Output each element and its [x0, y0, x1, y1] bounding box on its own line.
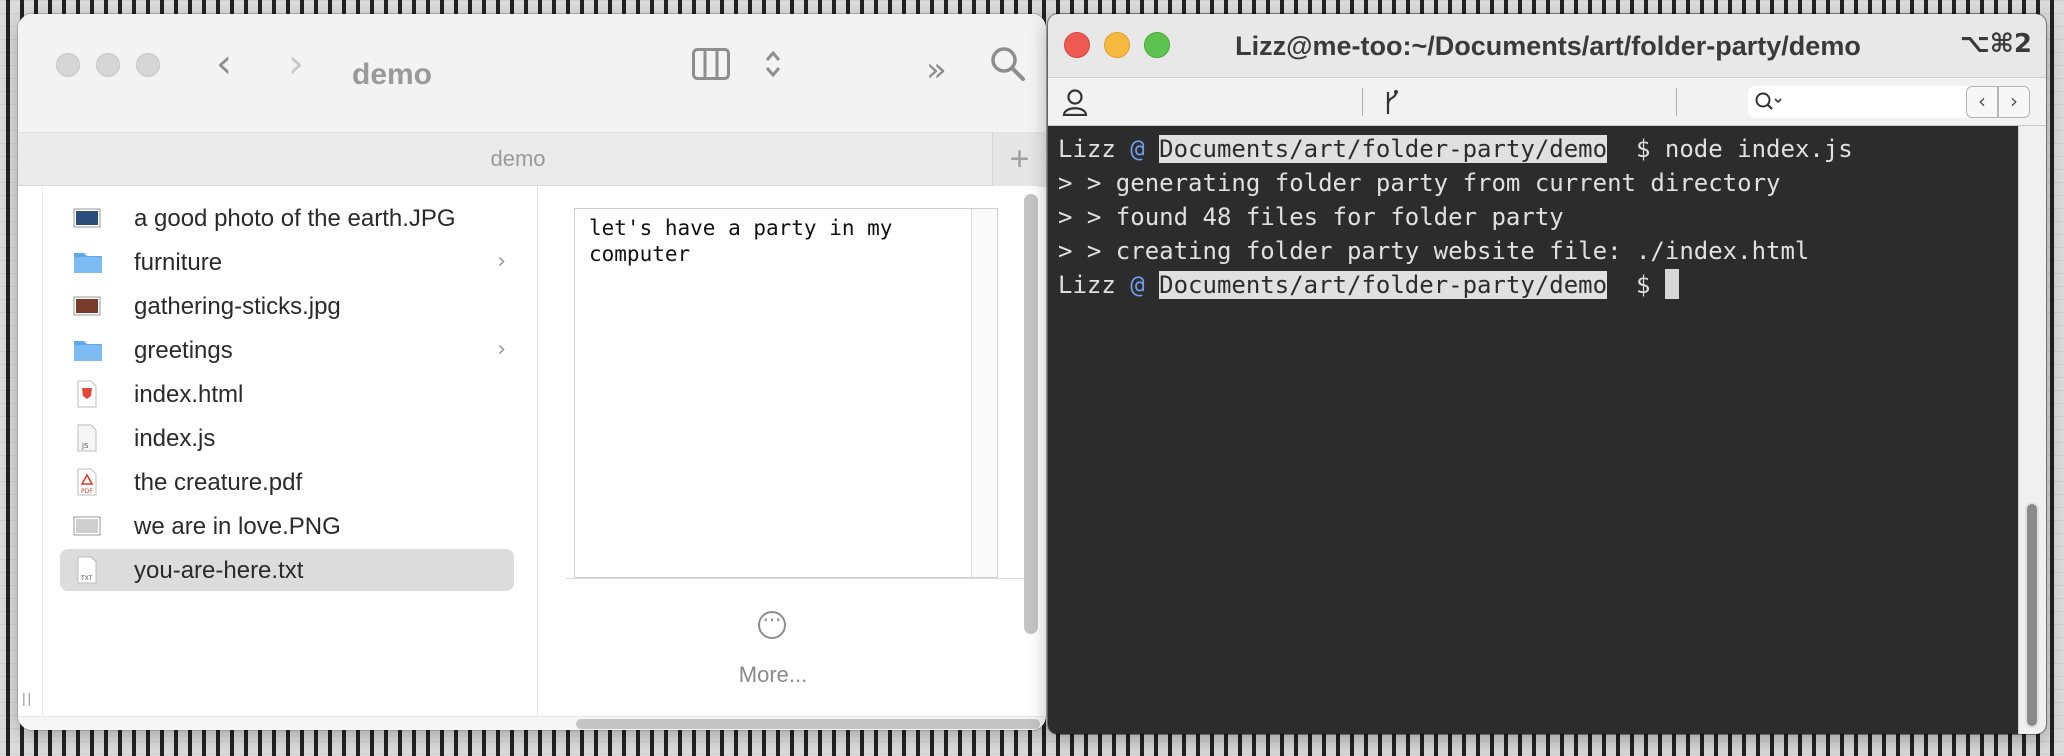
window-title: demo	[352, 58, 433, 91]
user-icon[interactable]	[1062, 88, 1088, 116]
terminal-toolbar: ‹ ›	[1048, 78, 2046, 126]
file-name: a good photo of the earth.JPG	[134, 205, 456, 232]
file-row[interactable]: TXT you-are-here.txt	[60, 549, 514, 591]
preview-text: let's have a party in my computer	[589, 216, 906, 266]
file-row[interactable]: greetings ›	[60, 329, 514, 371]
file-list-column: a good photo of the earth.JPG furniture › g…	[18, 186, 548, 716]
svg-text:JS: JS	[81, 442, 89, 450]
tab-demo[interactable]: demo	[18, 146, 1018, 172]
add-tab-button[interactable]: +	[992, 133, 1046, 187]
window-shortcut: ⌥⌘2	[1959, 29, 2032, 59]
image-thumbnail-icon	[73, 292, 101, 320]
file-name: you-are-here.txt	[134, 557, 304, 584]
horizontal-scrollbar[interactable]	[576, 719, 1040, 729]
js-document-icon: JS	[73, 424, 101, 452]
file-row[interactable]: we are in love.PNG	[60, 505, 514, 547]
output-line: > > found 48 files for folder party	[1058, 203, 1564, 231]
file-name: gathering-sticks.jpg	[134, 293, 341, 320]
divider	[566, 578, 1026, 579]
file-name: greetings	[134, 337, 233, 364]
html-document-icon	[73, 380, 101, 408]
view-options-chevron-icon[interactable]	[764, 48, 782, 80]
chevron-right-icon: ›	[497, 337, 506, 362]
terminal-titlebar: Lizz@me-too:~/Documents/art/folder-party…	[1048, 14, 2046, 78]
prompt-at-sign: @	[1130, 271, 1145, 299]
txt-document-icon: TXT	[73, 556, 101, 584]
file-row[interactable]: index.html	[60, 373, 514, 415]
file-row[interactable]: gathering-sticks.jpg	[60, 285, 514, 327]
prompt-symbol: $	[1636, 135, 1651, 163]
find-previous-button[interactable]: ‹	[1966, 86, 1998, 118]
preview-scrollbar[interactable]	[971, 209, 997, 577]
horizontal-scrollbar-track	[18, 716, 1046, 730]
search-icon	[1755, 92, 1782, 110]
file-row[interactable]: JS index.js	[60, 417, 514, 459]
terminal-scroll-thumb[interactable]	[2025, 502, 2039, 728]
prompt-user: Lizz	[1058, 135, 1116, 163]
svg-text:TXT: TXT	[80, 575, 93, 582]
ellipsis-circle-icon[interactable]: ···	[758, 610, 786, 639]
back-chevron-icon[interactable]: ‹	[216, 44, 232, 84]
more-button[interactable]: More...	[538, 662, 1008, 688]
text-cursor	[1664, 269, 1679, 299]
file-row[interactable]: PDF the creature.pdf	[60, 461, 514, 503]
prompt-path: Documents/art/folder-party/demo	[1159, 135, 1608, 163]
terminal-window: Lizz@me-too:~/Documents/art/folder-party…	[1048, 14, 2046, 734]
svg-text:PDF: PDF	[81, 488, 93, 495]
file-name: furniture	[134, 249, 223, 276]
chevron-right-icon: ›	[497, 249, 506, 274]
terminal-scrollbar[interactable]	[2018, 126, 2046, 734]
image-thumbnail-icon	[73, 512, 101, 540]
find-next-button[interactable]: ›	[1998, 86, 2030, 118]
minimize-button[interactable]	[96, 53, 120, 77]
prompt-path: Documents/art/folder-party/demo	[1159, 271, 1608, 299]
output-line: > > generating folder party from current…	[1058, 169, 1781, 197]
git-branch-icon[interactable]	[1382, 88, 1402, 116]
prompt-line: Lizz @ Documents/art/folder-party/demo $	[1058, 268, 2008, 302]
folder-icon	[73, 336, 102, 364]
finder-toolbar: ‹ › demo »	[18, 14, 1046, 132]
preview-column: let's have a party in my computer ··· Mo…	[538, 186, 1038, 716]
search-icon[interactable]	[990, 46, 1026, 82]
file-name: the creature.pdf	[134, 469, 303, 496]
output-line: > > creating folder party website file: …	[1058, 237, 1810, 265]
tab-bar: demo +	[18, 132, 1046, 187]
file-name: index.html	[134, 381, 244, 408]
close-button[interactable]	[56, 53, 80, 77]
column-view-icon[interactable]	[692, 48, 730, 80]
text-preview: let's have a party in my computer	[574, 208, 998, 578]
terminal-output[interactable]: Lizz @ Documents/art/folder-party/demo $…	[1048, 126, 2018, 734]
file-name: we are in love.PNG	[134, 513, 341, 540]
vertical-scrollbar[interactable]	[1024, 194, 1038, 634]
divider	[1362, 88, 1363, 116]
finder-window: ‹ › demo » demo + a good photo of the ea…	[18, 14, 1046, 730]
file-name: index.js	[134, 425, 216, 452]
image-thumbnail-icon	[73, 204, 101, 232]
column-resize-handle[interactable]: | |	[22, 690, 31, 706]
prompt-symbol: $	[1636, 271, 1651, 299]
pdf-document-icon: PDF	[73, 468, 101, 496]
command-text: node index.js	[1664, 135, 1853, 163]
terminal-title: Lizz@me-too:~/Documents/art/folder-party…	[1235, 31, 1861, 61]
column-divider	[42, 186, 43, 716]
divider	[1676, 88, 1677, 116]
terminal-search-input[interactable]	[1748, 86, 1988, 118]
prompt-line: Lizz @ Documents/art/folder-party/demo $…	[1058, 132, 2008, 166]
forward-chevron-icon[interactable]: ›	[288, 44, 304, 84]
zoom-button[interactable]	[136, 53, 160, 77]
prompt-user: Lizz	[1058, 271, 1116, 299]
more-toolbar-items-icon[interactable]: »	[926, 50, 947, 90]
file-row[interactable]: furniture ›	[60, 241, 514, 283]
prompt-at-sign: @	[1130, 135, 1145, 163]
file-row[interactable]: a good photo of the earth.JPG	[60, 197, 514, 239]
folder-icon	[73, 248, 102, 276]
